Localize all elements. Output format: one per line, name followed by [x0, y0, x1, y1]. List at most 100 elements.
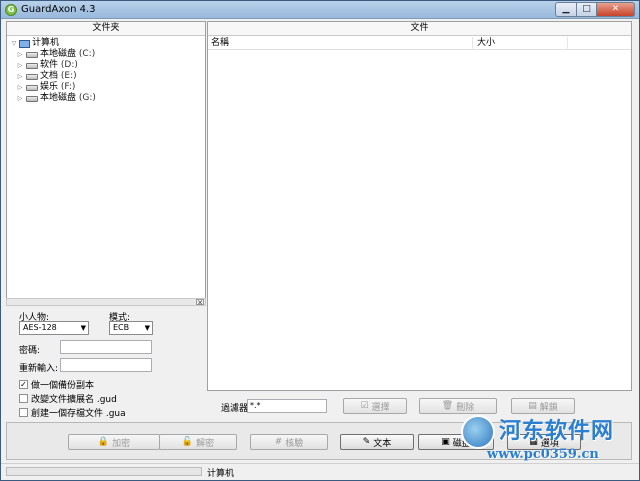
maximize-button[interactable]: □	[577, 2, 597, 17]
checkbox-checked-icon[interactable]: ✓	[19, 380, 28, 389]
reenter-password-field[interactable]	[60, 358, 152, 372]
column-header-name[interactable]: 名稱	[208, 37, 473, 49]
window-title: GuardAxon 4.3	[21, 4, 96, 15]
checkbox-label: 做一個備份副本	[31, 381, 95, 391]
window-controls: ▁ □ ✕	[555, 2, 635, 17]
select-button[interactable]: ☑ 選擇	[343, 398, 407, 414]
drive-icon	[26, 51, 38, 58]
tree-item-label: 本地磁盘	[40, 49, 77, 59]
expand-icon[interactable]: ▷	[16, 60, 24, 71]
drive-letter: (D:)	[60, 60, 78, 70]
drive-icon	[26, 95, 38, 102]
file-pane-header[interactable]: 文件	[208, 22, 631, 36]
hash-icon: #	[274, 437, 283, 447]
checkbox-label: 創建一個存檔文件 .gua	[31, 409, 126, 419]
dropdown-arrow-icon: ▼	[80, 324, 86, 332]
checkbox-label: 改變文件擴展名 .gud	[31, 395, 117, 405]
collapse-icon[interactable]: ▽	[10, 38, 18, 49]
close-button[interactable]: ✕	[597, 2, 635, 17]
unlock-button[interactable]: ▤ 解鎖	[511, 398, 575, 414]
status-text: 计算机	[207, 469, 235, 479]
column-header-size[interactable]: 大小	[473, 37, 568, 49]
text-button[interactable]: ✎ 文本	[340, 434, 414, 450]
checkbox-create-archive[interactable]: 創建一個存檔文件 .gua	[19, 406, 126, 419]
tree-item-label: 软件	[40, 60, 59, 70]
tree-item-drive[interactable]: ▷ 本地磁盘 (C:)	[10, 49, 205, 60]
expand-icon[interactable]: ▷	[16, 49, 24, 60]
button-label: 文本	[373, 438, 392, 449]
delete-button[interactable]: 🗑 刪除	[419, 398, 497, 414]
dropdown-arrow-icon: ▼	[144, 324, 150, 332]
expand-icon[interactable]: ▷	[16, 93, 24, 104]
mode-select[interactable]: ECB ▼	[109, 321, 153, 335]
cipher-select[interactable]: AES-128 ▼	[19, 321, 89, 335]
filter-bar: 過濾器: *.* ☑ 選擇 🗑 刪除 ▤ 解鎖	[207, 393, 632, 419]
button-label: 核驗	[285, 438, 304, 449]
app-window: G GuardAxon 4.3 ▁ □ ✕ 文件夹 ▽ 计算机 ▷ 本地磁盘 (…	[0, 0, 640, 481]
trash-icon: 🗑	[441, 401, 454, 411]
folder-pane: 文件夹 ▽ 计算机 ▷ 本地磁盘 (C:) ▷ 软件 (D:) ▷ 文档 (E:…	[6, 21, 206, 299]
grid-icon: ▦	[529, 437, 538, 447]
options-button[interactable]: ▦ 選項	[507, 434, 581, 450]
mode-value: ECB	[113, 323, 130, 332]
checkbox-icon: ☑	[360, 401, 369, 411]
checkbox-change-extension[interactable]: 改變文件擴展名 .gud	[19, 392, 117, 405]
tree-item-drive[interactable]: ▷ 文档 (E:)	[10, 71, 205, 82]
disk-icon: ▣	[441, 437, 450, 447]
drive-letter: (E:)	[60, 71, 77, 81]
verify-button[interactable]: # 核驗	[250, 434, 328, 450]
expand-icon[interactable]: ▷	[16, 82, 24, 93]
tree-item-drive[interactable]: ▷ 软件 (D:)	[10, 60, 205, 71]
computer-icon	[19, 39, 30, 48]
folder-pane-header[interactable]: 文件夹	[7, 22, 205, 36]
checkbox-backup[interactable]: ✓ 做一個備份副本	[19, 378, 94, 391]
button-label: 解鎖	[539, 402, 558, 413]
button-label: 磁盘	[452, 438, 471, 449]
folder-tree: ▽ 计算机 ▷ 本地磁盘 (C:) ▷ 软件 (D:) ▷ 文档 (E:) ▷	[7, 36, 205, 104]
button-label: 選項	[540, 438, 559, 449]
disk-button[interactable]: ▣ 磁盘	[418, 434, 494, 450]
cipher-value: AES-128	[23, 323, 57, 332]
document-icon: ▤	[528, 401, 537, 411]
encrypt-button[interactable]: 🔒 加密	[68, 434, 160, 450]
button-label: 解密	[196, 438, 215, 449]
file-pane: 文件 名稱 大小	[207, 21, 632, 391]
tree-item-drive[interactable]: ▷ 本地磁盘 (G:)	[10, 93, 205, 104]
drive-icon	[26, 84, 38, 91]
tree-item-label: 计算机	[32, 38, 60, 48]
pane-splitter[interactable]: ✕	[6, 298, 206, 307]
tree-item-label: 本地磁盘	[40, 93, 77, 103]
title-bar[interactable]: G GuardAxon 4.3 ▁ □ ✕	[1, 1, 639, 19]
expand-icon[interactable]: ▷	[16, 71, 24, 82]
drive-icon	[26, 73, 38, 80]
tree-item-label: 文档	[40, 71, 59, 81]
checkbox-icon[interactable]	[19, 408, 28, 417]
lock-icon: 🔒	[97, 437, 110, 447]
password-label: 密碼:	[19, 346, 41, 356]
drive-letter: (G:)	[78, 93, 96, 103]
minimize-button[interactable]: ▁	[555, 2, 577, 17]
tree-item-drive[interactable]: ▷ 娱乐 (F:)	[10, 82, 205, 93]
tree-item-label: 娱乐	[40, 82, 59, 92]
tree-item-computer[interactable]: ▽ 计算机	[10, 38, 205, 49]
button-label: 加密	[112, 438, 131, 449]
button-label: 選擇	[371, 402, 390, 413]
password-field[interactable]	[60, 340, 152, 354]
drive-letter: (F:)	[60, 82, 76, 92]
app-icon: G	[5, 4, 17, 16]
decrypt-button[interactable]: 🔓 解密	[159, 434, 237, 450]
checkbox-icon[interactable]	[19, 394, 28, 403]
action-bar: 🔒 加密 🔓 解密 # 核驗 ✎ 文本 ▣ 磁盘 ▦ 選項	[6, 422, 632, 460]
splitter-close-icon[interactable]: ✕	[196, 299, 204, 307]
pen-icon: ✎	[362, 437, 371, 447]
status-bar: 计算机	[1, 463, 639, 480]
status-progress	[6, 467, 202, 476]
button-label: 刪除	[456, 402, 475, 413]
drive-icon	[26, 62, 38, 69]
filter-input[interactable]: *.*	[247, 399, 327, 413]
encryption-settings: 小人物: AES-128 ▼ 模式: ECB ▼ 密碼: 重新輸入: ✓ 做一個…	[6, 307, 206, 419]
drive-letter: (C:)	[78, 49, 96, 59]
reenter-label: 重新輸入:	[19, 364, 59, 374]
file-list-header: 名稱 大小	[208, 37, 631, 50]
unlock-icon: 🔓	[181, 437, 194, 447]
